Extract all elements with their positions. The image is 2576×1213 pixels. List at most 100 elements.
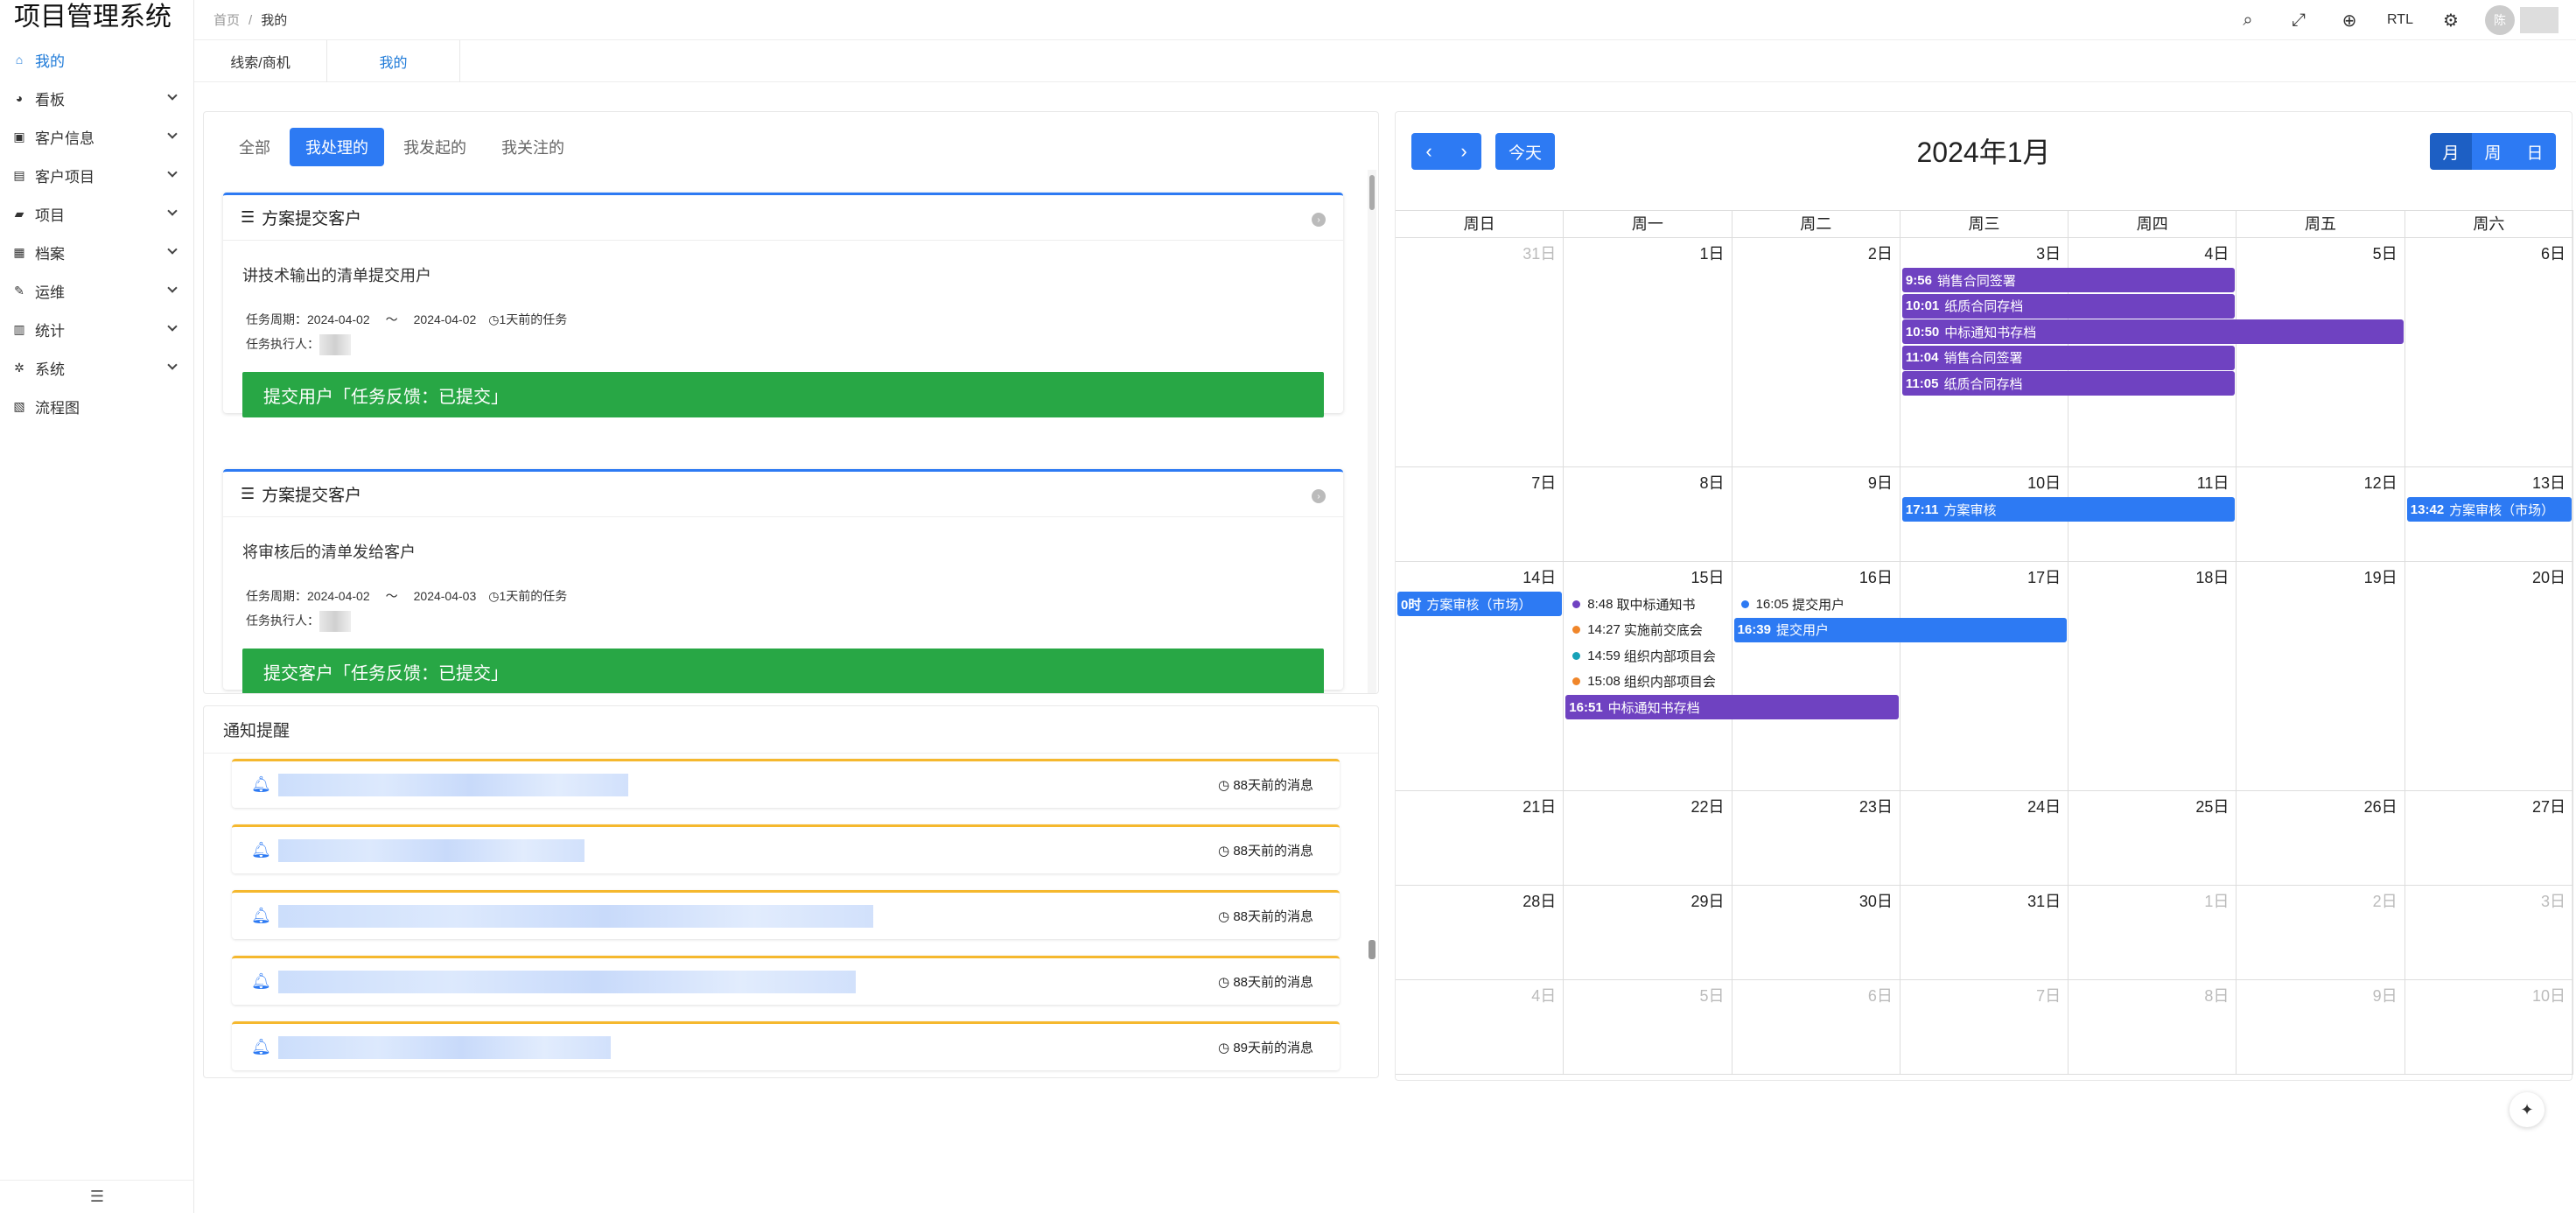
day-number[interactable]: 24日 xyxy=(2027,795,2061,817)
calendar-day-cell[interactable]: 17日 xyxy=(1900,562,2069,790)
sidebar-item-8[interactable]: ✲ 系统 xyxy=(0,348,193,387)
calendar-event[interactable]: 10:50 中标通知书存档 xyxy=(1901,319,2404,344)
day-number[interactable]: 2日 xyxy=(2373,889,2398,912)
prev-month-button[interactable]: ‹ xyxy=(1411,133,1446,170)
notice-scrollbar-thumb[interactable] xyxy=(1368,940,1376,959)
task-filter-tab-1[interactable]: 我处理的 xyxy=(290,128,384,166)
sidebar-item-3[interactable]: ▤ 客户项目 xyxy=(0,156,193,194)
calendar-day-cell[interactable]: 8日 xyxy=(1564,467,1732,561)
calendar-day-cell[interactable]: 30日 xyxy=(1732,886,1900,979)
day-number[interactable]: 18日 xyxy=(2195,565,2229,588)
day-number[interactable]: 1日 xyxy=(1700,242,1725,264)
breadcrumb-home[interactable]: 首页 xyxy=(214,13,240,28)
day-number[interactable]: 8日 xyxy=(2204,984,2229,1006)
task-filter-tab-2[interactable]: 我发起的 xyxy=(388,128,482,166)
collapse-sidebar-icon[interactable]: ☰ xyxy=(0,1180,194,1213)
calendar-day-cell[interactable]: 19日 xyxy=(2236,562,2405,790)
notice-item[interactable]: 🔔︎ ◷ 88天前的消息 xyxy=(232,956,1340,1005)
day-number[interactable]: 8日 xyxy=(1700,471,1725,494)
calendar-day-cell[interactable]: 2日 xyxy=(2236,886,2405,979)
calendar-event-dot[interactable]: 8:48 取中标通知书 xyxy=(1572,592,1696,616)
scrollbar-thumb[interactable] xyxy=(1369,175,1375,210)
task-action-button[interactable]: 提交用户「任务反馈：已提交」 xyxy=(242,372,1324,417)
day-number[interactable]: 4日 xyxy=(1531,984,1556,1006)
day-number[interactable]: 2日 xyxy=(1868,242,1893,264)
calendar-day-cell[interactable]: 5日 xyxy=(2236,238,2405,466)
day-number[interactable]: 9日 xyxy=(1868,471,1893,494)
day-number[interactable]: 19日 xyxy=(2364,565,2398,588)
tab-mine[interactable]: 我的 xyxy=(327,40,460,82)
calendar-day-cell[interactable]: 21日 xyxy=(1396,791,1564,885)
day-number[interactable]: 5日 xyxy=(1700,984,1725,1006)
day-number[interactable]: 27日 xyxy=(2532,795,2566,817)
task-card[interactable]: ☰ 方案提交客户 › 讲技术输出的清单提交用户 任务周期：2024-04-02 ～ 20… xyxy=(223,193,1343,417)
notice-item[interactable]: 🔔︎ ◷ 88天前的消息 xyxy=(232,759,1340,808)
notice-item[interactable]: 🔔︎ ◷ 88天前的消息 xyxy=(232,824,1340,873)
day-number[interactable]: 23日 xyxy=(1859,795,1893,817)
tab-leads[interactable]: 线索/商机 xyxy=(194,40,327,82)
calendar-event[interactable]: 9:56 销售合同签署 xyxy=(1901,268,2236,292)
calendar-day-cell[interactable]: 29日 xyxy=(1564,886,1732,979)
day-number[interactable]: 3日 xyxy=(2036,242,2061,264)
calendar-day-cell[interactable]: 1日 xyxy=(2068,886,2237,979)
today-button[interactable]: 今天 xyxy=(1495,133,1555,170)
calendar-day-cell[interactable]: 18日 xyxy=(2068,562,2237,790)
user-name-blurred[interactable] xyxy=(2520,7,2558,33)
language-icon[interactable]: ⊕ xyxy=(2324,0,2375,40)
next-month-button[interactable]: › xyxy=(1446,133,1481,170)
day-number[interactable]: 21日 xyxy=(1522,795,1556,817)
day-number[interactable]: 31日 xyxy=(1522,242,1556,264)
day-number[interactable]: 20日 xyxy=(2532,565,2566,588)
day-number[interactable]: 4日 xyxy=(2204,242,2229,264)
calendar-event-dot[interactable]: 15:08 组织内部项目会 xyxy=(1572,670,1716,694)
calendar-event[interactable]: 13:42 方案审核（市场） xyxy=(2406,497,2572,522)
calendar-event[interactable]: 17:11 方案审核 xyxy=(1901,497,2236,522)
calendar-day-cell[interactable]: 22日 xyxy=(1564,791,1732,885)
day-number[interactable]: 17日 xyxy=(2027,565,2061,588)
week-view-button[interactable]: 周 xyxy=(2472,133,2514,170)
calendar-day-cell[interactable]: 4日 xyxy=(1396,980,1564,1074)
day-number[interactable]: 7日 xyxy=(1531,471,1556,494)
month-view-button[interactable]: 月 xyxy=(2430,133,2472,170)
calendar-day-cell[interactable]: 12日 xyxy=(2236,467,2405,561)
task-scrollbar[interactable] xyxy=(1368,170,1376,693)
day-number[interactable]: 26日 xyxy=(2364,795,2398,817)
chevron-right-icon[interactable]: › xyxy=(1312,489,1326,503)
calendar-day-cell[interactable]: 9日 xyxy=(1732,467,1900,561)
settings-gear-icon[interactable]: ⚙ xyxy=(2426,0,2476,40)
day-number[interactable]: 10日 xyxy=(2532,984,2566,1006)
day-number[interactable]: 6日 xyxy=(2541,242,2566,264)
calendar-day-cell[interactable]: 1日 xyxy=(1564,238,1732,466)
day-number[interactable]: 13日 xyxy=(2532,471,2566,494)
day-number[interactable]: 1日 xyxy=(2204,889,2229,912)
day-number[interactable]: 25日 xyxy=(2195,795,2229,817)
calendar-day-cell[interactable]: 31日 xyxy=(1900,886,2069,979)
calendar-day-cell[interactable]: 31日 xyxy=(1396,238,1564,466)
calendar-event[interactable]: 11:04 销售合同签署 xyxy=(1901,345,2236,370)
sidebar-item-7[interactable]: ▥ 统计 xyxy=(0,310,193,348)
magic-wand-icon[interactable]: ✦ xyxy=(2510,1092,2544,1127)
calendar-day-cell[interactable]: 27日 xyxy=(2405,791,2573,885)
search-icon[interactable]: ⌕ xyxy=(2222,0,2273,40)
day-number[interactable]: 10日 xyxy=(2027,471,2061,494)
calendar-day-cell[interactable]: 26日 xyxy=(2236,791,2405,885)
calendar-day-cell[interactable]: 3日 xyxy=(2405,886,2573,979)
calendar-event-dot[interactable]: 14:59 组织内部项目会 xyxy=(1572,643,1716,668)
calendar-event-dot[interactable]: 14:27 实施前交底会 xyxy=(1572,618,1703,642)
day-number[interactable]: 30日 xyxy=(1859,889,1893,912)
avatar[interactable]: 陈 xyxy=(2485,5,2515,35)
calendar-day-cell[interactable]: 23日 xyxy=(1732,791,1900,885)
calendar-day-cell[interactable]: 7日 xyxy=(1900,980,2069,1074)
day-number[interactable]: 12日 xyxy=(2364,471,2398,494)
day-number[interactable]: 6日 xyxy=(1868,984,1893,1006)
sidebar-item-9[interactable]: ▧ 流程图 xyxy=(0,387,193,425)
calendar-day-cell[interactable]: 2日 xyxy=(1732,238,1900,466)
day-number[interactable]: 22日 xyxy=(1691,795,1725,817)
day-number[interactable]: 28日 xyxy=(1522,889,1556,912)
calendar-day-cell[interactable]: 25日 xyxy=(2068,791,2237,885)
notice-item[interactable]: 🔔︎ ◷ 88天前的消息 xyxy=(232,890,1340,939)
calendar-day-cell[interactable]: 28日 xyxy=(1396,886,1564,979)
calendar-event[interactable]: 16:39 提交用户 xyxy=(1733,617,2068,642)
day-number[interactable]: 16日 xyxy=(1859,565,1893,588)
calendar-event[interactable]: 10:01 纸质合同存档 xyxy=(1901,293,2236,319)
